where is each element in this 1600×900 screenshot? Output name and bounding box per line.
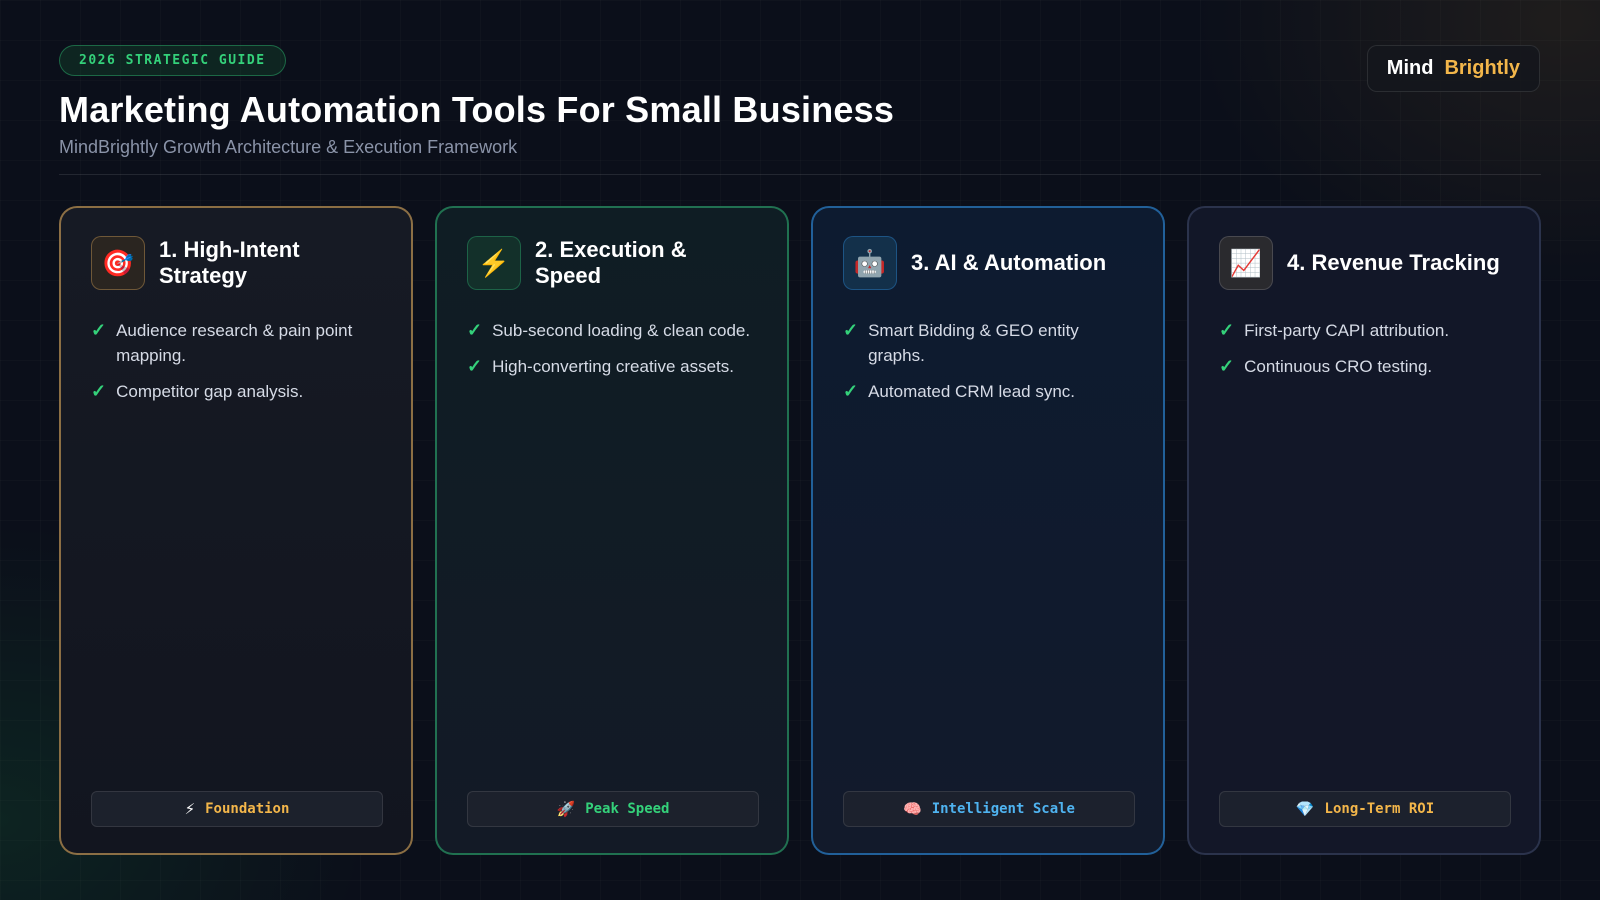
card-title: 4. Revenue Tracking — [1287, 250, 1500, 275]
card-tag: 🧠 Intelligent Scale — [843, 791, 1135, 827]
check-icon: ✓ — [843, 381, 859, 401]
list-item: ✓ Continuous CRO testing. — [1219, 354, 1509, 379]
brain-icon: 🧠 — [903, 800, 922, 818]
list-item-text: Smart Bidding & GEO entity graphs. — [868, 321, 1079, 365]
list-item: ✓ Audience research & pain point mapping. — [91, 318, 381, 368]
card-checklist: ✓ Audience research & pain point mapping.… — [91, 318, 381, 404]
guide-badge: 2026 STRATEGIC GUIDE — [59, 45, 286, 76]
card-header: 🤖 3. AI & Automation — [843, 236, 1133, 290]
list-item-text: Sub-second loading & clean code. — [492, 321, 751, 340]
list-item-text: Continuous CRO testing. — [1244, 357, 1433, 376]
gem-icon: 💎 — [1295, 800, 1315, 818]
header-divider — [59, 174, 1541, 175]
chart-up-icon: 📈 — [1219, 236, 1273, 290]
page-header: 2026 STRATEGIC GUIDE Marketing Automatio… — [59, 45, 1541, 158]
card-tag-label: Foundation — [205, 801, 290, 817]
card-title: 2. Execution & Speed — [535, 237, 687, 288]
card-tag: 💎 Long-Term ROI — [1219, 791, 1511, 827]
check-icon: ✓ — [467, 356, 483, 376]
card-tag-label: Long-Term ROI — [1324, 801, 1435, 817]
card-strategy: 🎯 1. High-Intent Strategy ✓ Audience rese… — [59, 206, 413, 855]
card-checklist: ✓ Smart Bidding & GEO entity graphs. ✓ Aut… — [843, 318, 1133, 404]
check-icon: ✓ — [1219, 356, 1235, 376]
card-header: 🎯 1. High-Intent Strategy — [91, 236, 381, 290]
card-tag: ⚡ Foundation — [91, 791, 383, 827]
list-item: ✓ First-party CAPI attribution. — [1219, 318, 1509, 343]
target-icon: 🎯 — [91, 236, 145, 290]
list-item: ✓ Smart Bidding & GEO entity graphs. — [843, 318, 1133, 368]
card-execution: ⚡ 2. Execution & Speed ✓ Sub-second loadi… — [435, 206, 789, 855]
card-title: 3. AI & Automation — [911, 250, 1107, 275]
list-item: ✓ High-converting creative assets. — [467, 354, 757, 379]
lightning-icon: ⚡ — [467, 236, 521, 290]
rocket-icon: 🚀 — [556, 800, 576, 818]
list-item-text: High-converting creative assets. — [492, 357, 734, 376]
card-tag-label: Peak Speed — [585, 801, 670, 817]
list-item: ✓ Competitor gap analysis. — [91, 379, 381, 404]
list-item-text: Competitor gap analysis. — [116, 382, 304, 401]
list-item-text: Automated CRM lead sync. — [868, 382, 1076, 401]
check-icon: ✓ — [91, 381, 107, 401]
logo-word-mind: Mind — [1386, 57, 1434, 79]
lightning-icon: ⚡ — [184, 800, 196, 818]
card-revenue-tracking: 📈 4. Revenue Tracking ✓ First-party CAPI … — [1187, 206, 1541, 855]
list-item: ✓ Sub-second loading & clean code. — [467, 318, 757, 343]
card-ai-automation: 🤖 3. AI & Automation ✓ Smart Bidding & GE… — [811, 206, 1165, 855]
card-header: ⚡ 2. Execution & Speed — [467, 236, 757, 290]
page-title: Marketing Automation Tools For Small Bus… — [59, 89, 895, 130]
check-icon: ✓ — [467, 320, 483, 340]
card-title: 1. High-Intent Strategy — [159, 237, 300, 288]
card-header: 📈 4. Revenue Tracking — [1219, 236, 1509, 290]
check-icon: ✓ — [843, 320, 859, 340]
logo-word-brightly: Brightly — [1444, 57, 1520, 79]
card-checklist: ✓ First-party CAPI attribution. ✓ Continuo… — [1219, 318, 1509, 379]
brand-logo: Mind Brightly — [1366, 45, 1540, 92]
card-tag: 🚀 Peak Speed — [467, 791, 759, 827]
robot-icon: 🤖 — [843, 236, 897, 290]
cards-row: 🎯 1. High-Intent Strategy ✓ Audience rese… — [59, 206, 1541, 855]
page-subtitle: MindBrightly Growth Architecture & Execu… — [59, 137, 518, 157]
card-checklist: ✓ Sub-second loading & clean code. ✓ High-… — [467, 318, 757, 379]
check-icon: ✓ — [91, 320, 107, 340]
list-item: ✓ Automated CRM lead sync. — [843, 379, 1133, 404]
list-item-text: First-party CAPI attribution. — [1244, 321, 1450, 340]
list-item-text: Audience research & pain point mapping. — [116, 321, 353, 365]
check-icon: ✓ — [1219, 320, 1235, 340]
card-tag-label: Intelligent Scale — [931, 801, 1075, 817]
